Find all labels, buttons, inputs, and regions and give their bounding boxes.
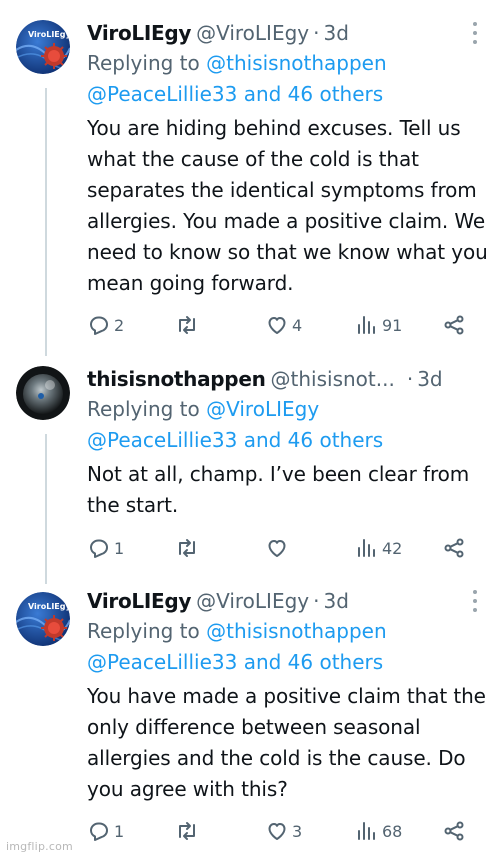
more-icon[interactable] [472,590,478,612]
views-icon [358,822,375,840]
tweet-text: Not at all, champ. I’ve been clear from … [87,462,470,517]
author-handle[interactable]: @ViroLIEgy [196,21,309,45]
reply-button[interactable]: 1 [87,535,124,561]
replying-to: Replying to @thisisnothappen @PeaceLilli… [87,616,488,678]
author-handle[interactable]: @thisisnot... [271,367,395,391]
retweet-icon [179,822,195,840]
tweet-header: ViroLIEgy @ViroLIEgy · 3d [87,586,488,616]
views-button[interactable]: 42 [355,535,402,561]
like-button[interactable] [265,535,292,561]
timestamp[interactable]: 3d [323,21,348,45]
reply-button[interactable]: 2 [87,312,124,338]
reply-icon [90,316,108,335]
tweet-text: You have made a positive claim that the … [87,684,486,801]
tweet-header: thisisnothappen @thisisnot... · 3d [87,364,488,394]
author-name[interactable]: thisisnothappen [87,367,266,391]
avatar[interactable]: ViroLIEgy [16,20,70,74]
virus-avatar-image: ViroLIEgy [16,20,70,74]
mention-link[interactable]: @ViroLIEgy [206,397,319,421]
like-count: 3 [292,821,303,841]
like-icon [268,823,286,840]
share-button[interactable] [442,818,466,844]
svg-text:ViroLIEgy: ViroLIEgy [28,30,70,39]
reply-count: 1 [114,538,125,558]
author-handle[interactable]: @ViroLIEgy [196,589,309,613]
view-count: 42 [382,538,403,558]
like-button[interactable]: 3 [265,818,302,844]
like-count: 4 [292,315,303,335]
replying-prefix: Replying to [87,51,200,75]
mention-link[interactable]: @thisisnothappen [206,51,387,75]
like-button[interactable]: 4 [265,312,302,338]
retweet-icon [179,316,195,334]
tweet[interactable]: ViroLIEgy ViroLIEgy @ViroLIEgy · 3d Repl… [0,580,500,855]
share-icon [444,315,464,335]
tweet-text: You are hiding behind excuses. Tell us w… [87,116,488,295]
replying-to: Replying to @ViroLIEgy @PeaceLillie33 an… [87,394,488,456]
share-icon [444,821,464,841]
separator: · [313,589,320,613]
retweet-button[interactable] [175,535,199,561]
mention-others-link[interactable]: @PeaceLillie33 and 46 others [87,82,383,106]
replying-to: Replying to @thisisnothappen @PeaceLilli… [87,48,488,110]
reply-icon [90,822,108,841]
author-name[interactable]: ViroLIEgy [87,21,191,45]
watermark: imgflip.com [6,840,73,853]
mention-others-link[interactable]: @PeaceLillie33 and 46 others [87,428,383,452]
mention-link[interactable]: @thisisnothappen [206,619,387,643]
tweet-actions: 1 42 [87,535,470,561]
reply-count: 2 [114,315,125,335]
share-button[interactable] [442,312,466,338]
views-icon [358,539,375,557]
timestamp[interactable]: 3d [417,367,442,391]
view-count: 68 [382,821,403,841]
tweet-actions: 2 4 91 [87,312,470,338]
view-count: 91 [382,315,403,335]
retweet-button[interactable] [175,312,199,338]
reply-count: 1 [114,821,125,841]
tweet[interactable]: ViroLIEgy ViroLIEgy @ViroLIEgy · 3d Repl… [0,0,500,352]
avatar[interactable]: ViroLIEgy [16,592,70,646]
retweet-button[interactable] [175,818,199,844]
dark-orb-avatar-image [16,366,70,420]
svg-text:ViroLIEgy: ViroLIEgy [28,602,70,611]
views-icon [358,316,375,334]
share-icon [444,538,464,558]
avatar[interactable] [16,366,70,420]
retweet-icon [179,539,195,557]
reply-icon [90,539,108,558]
timestamp[interactable]: 3d [323,589,348,613]
separator: · [313,21,320,45]
more-icon[interactable] [472,22,478,44]
reply-button[interactable]: 1 [87,818,124,844]
mention-others-link[interactable]: @PeaceLillie33 and 46 others [87,650,383,674]
like-icon [268,317,286,334]
like-icon [268,540,286,557]
tweet-actions: 1 3 68 [87,818,470,844]
separator: · [406,367,414,391]
tweet-header: ViroLIEgy @ViroLIEgy · 3d [87,18,488,48]
share-button[interactable] [442,535,466,561]
tweet[interactable]: thisisnothappen @thisisnot... · 3d Reply… [0,352,500,580]
author-name[interactable]: ViroLIEgy [87,589,191,613]
views-button[interactable]: 68 [355,818,402,844]
replying-prefix: Replying to [87,619,200,643]
virus-avatar-image: ViroLIEgy [16,592,70,646]
views-button[interactable]: 91 [355,312,402,338]
replying-prefix: Replying to [87,397,200,421]
